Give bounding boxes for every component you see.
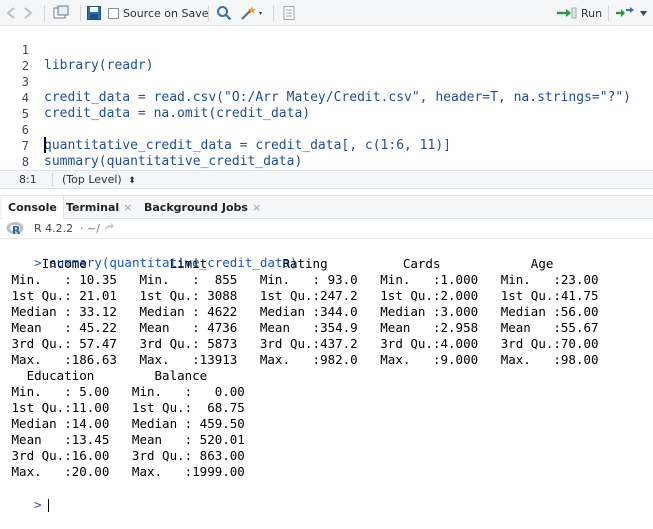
svg-text:R: R [12, 224, 21, 236]
editor-toolbar: Source on Save Run [0, 0, 653, 26]
console-tab-bar: Console Terminal × Background Jobs × [0, 195, 653, 220]
scope-arrow-icon: ⬍ [128, 176, 136, 186]
more-options-icon[interactable] [638, 3, 650, 23]
console-output-line: Median :14.00 Median : 459.50 [4, 416, 260, 431]
run-icon [557, 7, 577, 19]
console-input-line[interactable]: > [4, 481, 49, 512]
console-header: R R 4.2.2 · ~/ [0, 219, 653, 239]
code-line[interactable]: 3 credit_data = read.csv("O:/Arr Matey/C… [0, 58, 653, 105]
console-output-line: Min. : 10.35 Min. : 855 Min. : 93.0 Min.… [4, 272, 614, 287]
console-output-line: Min. : 5.00 Min. : 0.00 [4, 384, 260, 399]
console-output-line: Median : 33.12 Median : 4622 Median :344… [4, 304, 614, 319]
console-output-line: Education Balance [4, 368, 260, 383]
toolbar-separator [208, 5, 209, 21]
toolbar-separator [608, 5, 609, 21]
run-label: Run [581, 6, 603, 20]
line-number: 8 [21, 155, 29, 169]
search-icon[interactable] [216, 3, 232, 23]
code-text[interactable]: summary(quantitative_credit_data) [44, 154, 302, 170]
toolbar-separator [80, 5, 81, 21]
tab-console[interactable]: Console [2, 196, 64, 220]
go-to-directory-icon[interactable] [103, 222, 115, 237]
back-icon[interactable] [4, 3, 20, 23]
compile-report-icon[interactable] [282, 3, 296, 23]
code-line[interactable]: 4 credit_data = na.omit(credit_data) [0, 74, 653, 121]
code-tools-wand-icon[interactable] [240, 3, 266, 23]
rerun-icon[interactable] [614, 3, 636, 23]
source-on-save-checkbox[interactable] [108, 7, 119, 19]
console-output-line: Income Limit Rating Cards Age [4, 256, 607, 271]
console-output[interactable]: > summary(quantitative_credit_data) Inco… [0, 239, 653, 512]
console-output-line: 3rd Qu.: 57.47 3rd Qu.: 5873 3rd Qu.:437… [4, 336, 614, 351]
code-editor[interactable]: 1 library(readr) 2 3 credit_data = read.… [0, 26, 653, 170]
forward-icon[interactable] [20, 3, 36, 23]
r-version: R 4.2.2 [34, 222, 74, 235]
show-in-window-icon[interactable] [52, 3, 70, 23]
console-output-line: 1st Qu.: 21.01 1st Qu.: 3088 1st Qu.:247… [4, 288, 614, 303]
console-output-line: Mean :13.45 Mean : 520.01 [4, 432, 260, 447]
code-line[interactable]: 8 [0, 138, 653, 169]
save-icon[interactable] [86, 3, 102, 23]
code-line[interactable]: 5 [0, 90, 653, 121]
console-prompt: > [34, 497, 42, 512]
scope-selector[interactable]: (Top Level) ⬍ [62, 173, 136, 186]
console-command-line: > summary(quantitative_credit_data) [4, 239, 297, 270]
cursor-position: 8:1 [19, 173, 37, 186]
toolbar-separator [273, 5, 274, 21]
console-output-line: Max. :20.00 Max. :1999.00 [4, 464, 260, 479]
toolbar-separator [44, 5, 45, 21]
status-separator [52, 173, 53, 186]
console-output-line: 3rd Qu.:16.00 3rd Qu.: 863.00 [4, 448, 260, 463]
tab-terminal[interactable]: Terminal × [60, 196, 138, 219]
text-cursor [44, 137, 46, 153]
close-icon[interactable]: × [252, 201, 261, 214]
r-logo-icon: R [6, 221, 26, 239]
console-output-line: Max. :186.63 Max. :13913 Max. :982.0 Max… [4, 352, 614, 367]
tab-label: Background Jobs [144, 201, 248, 214]
close-icon[interactable]: × [123, 201, 132, 214]
code-line[interactable]: 7 summary(quantitative_credit_data) [0, 122, 653, 169]
working-directory: · ~/ [80, 222, 100, 235]
source-on-save-label: Source on Save [123, 6, 209, 20]
console-output-line: 1st Qu.:11.00 1st Qu.: 68.75 [4, 400, 260, 415]
editor-status-bar: 8:1 (Top Level) ⬍ [0, 170, 653, 189]
scope-label: (Top Level) [62, 173, 122, 186]
tab-label: Terminal [66, 201, 120, 214]
code-line[interactable]: 6 quantitative_credit_data = credit_data… [0, 106, 653, 153]
code-line[interactable]: 2 [0, 42, 653, 73]
code-line[interactable]: 1 library(readr) [0, 26, 653, 73]
tab-label: Console [8, 201, 57, 214]
run-button[interactable]: Run [556, 3, 602, 23]
tab-background-jobs[interactable]: Background Jobs × [138, 196, 267, 219]
source-on-save-toggle[interactable]: Source on Save [108, 3, 208, 23]
console-output-line: Mean : 45.22 Mean : 4736 Mean :354.9 Mea… [4, 320, 614, 335]
